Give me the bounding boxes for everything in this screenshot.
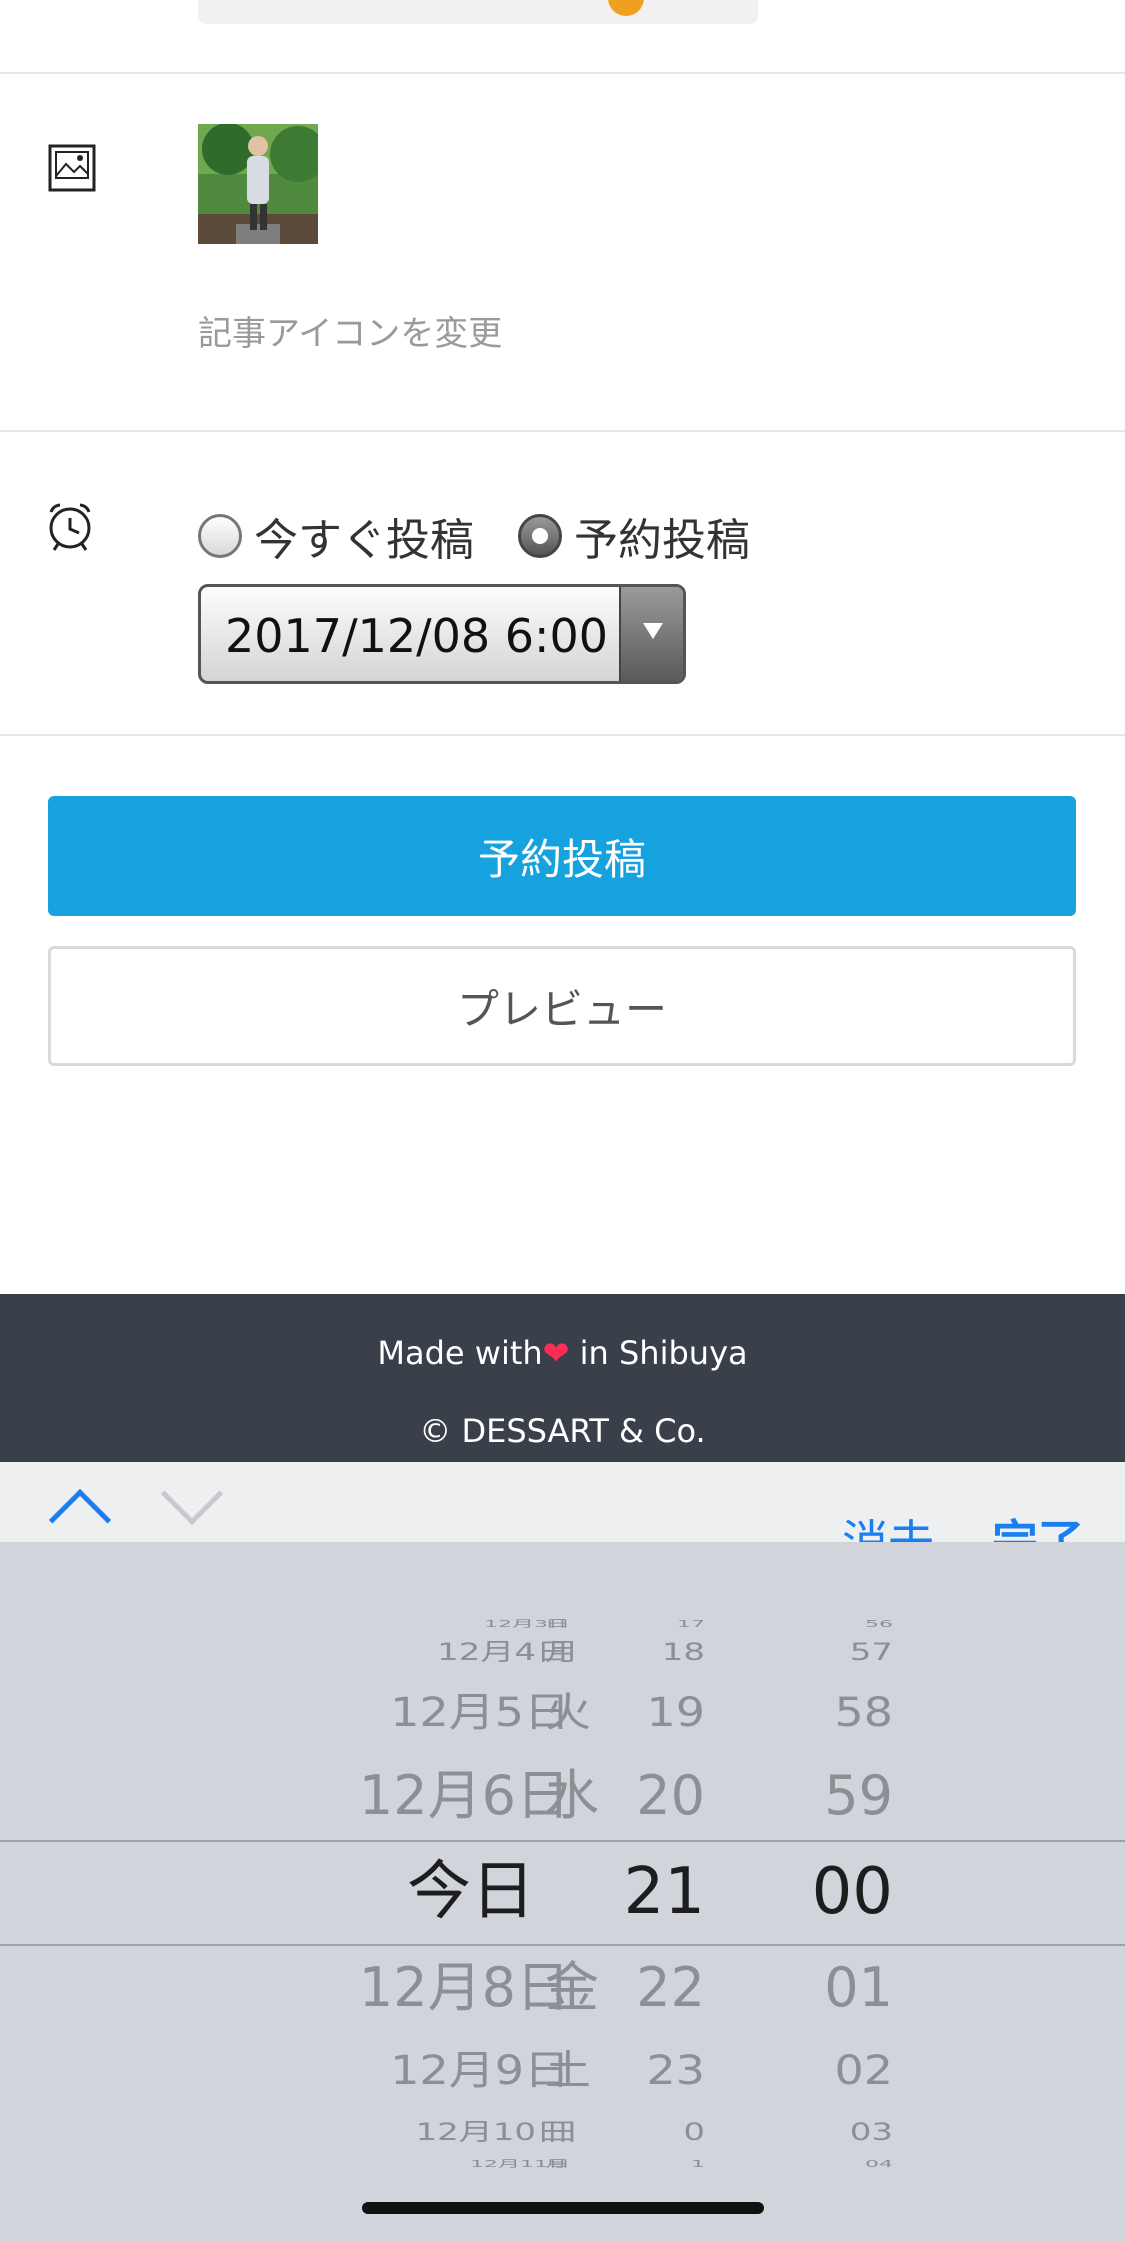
site-footer: Made with❤ in Shibuya © DESSART & Co. <box>0 1294 1125 1462</box>
radio-label: 予約投稿 <box>574 515 750 566</box>
alarm-clock-icon <box>46 500 100 554</box>
picker-row[interactable]: 12月3日日 17 56 <box>0 1618 1125 1630</box>
picker-weekday: 日 <box>545 1618 568 1630</box>
picker-weekday: 月 <box>545 1637 579 1666</box>
made-with-prefix: Made with <box>377 1334 543 1372</box>
picker-row[interactable]: 12月10日日 0 03 <box>0 2118 1125 2147</box>
picker-row-selected[interactable]: 今日 21 00 <box>0 1854 1125 1931</box>
picker-hour: 0 <box>683 2117 705 2146</box>
picker-minute: 57 <box>849 1637 893 1666</box>
picker-minute: 58 <box>834 1688 893 1737</box>
scheduled-datetime-select[interactable]: 2017/12/08 6:00 <box>198 584 686 684</box>
picker-row[interactable]: 12月5日火 19 58 <box>0 1689 1125 1738</box>
picker-hour: 18 <box>661 1637 705 1666</box>
radio-scheduled-post[interactable]: 予約投稿 <box>518 504 750 568</box>
picker-date: 12月5日 <box>390 1688 570 1737</box>
picker-row[interactable]: 12月8日金 22 01 <box>0 1956 1125 2021</box>
preview-button[interactable]: プレビュー <box>48 946 1076 1066</box>
picker-hour: 22 <box>636 1955 705 2019</box>
picker-weekday: 金 <box>545 1955 599 2019</box>
emoji-icon <box>608 0 644 16</box>
picker-weekday: 土 <box>545 2046 591 2095</box>
schedule-post-button[interactable]: 予約投稿 <box>48 796 1076 916</box>
picker-minute: 00 <box>811 1854 893 1929</box>
picker-row[interactable]: 12月11日月 1 04 <box>0 2158 1125 2170</box>
picker-minute: 01 <box>824 1955 893 2019</box>
change-article-icon-link[interactable]: 記事アイコンを変更 <box>198 306 502 355</box>
picker-minute: 03 <box>849 2117 893 2146</box>
divider <box>0 734 1125 736</box>
picker-minute: 04 <box>865 2158 893 2170</box>
picker-weekday: 火 <box>545 1688 591 1737</box>
chevron-down-icon[interactable] <box>160 1462 224 1526</box>
made-with-suffix: in Shibuya <box>569 1334 748 1372</box>
picker-date: 今日 <box>407 1854 535 1929</box>
copyright: © DESSART & Co. <box>419 1412 706 1450</box>
picker-hour: 20 <box>636 1763 705 1827</box>
radio-post-now[interactable]: 今すぐ投稿 <box>198 504 474 568</box>
radio-button-unchecked[interactable] <box>198 514 242 558</box>
post-timing-radio-group: 今すぐ投稿 予約投稿 <box>198 506 794 566</box>
picker-weekday: 日 <box>545 2117 579 2146</box>
article-thumbnail[interactable] <box>198 124 318 244</box>
radio-label: 今すぐ投稿 <box>254 515 474 566</box>
picker-hour: 17 <box>677 1618 705 1630</box>
picker-date: 12月6日 <box>358 1763 570 1827</box>
picker-minute: 02 <box>834 2046 893 2095</box>
picker-minute: 56 <box>865 1618 893 1630</box>
clear-button[interactable]: 消去 <box>842 1506 934 1542</box>
radio-button-checked[interactable] <box>518 514 562 558</box>
divider <box>0 430 1125 432</box>
home-indicator <box>362 2202 764 2214</box>
picker-weekday: 月 <box>545 2158 568 2170</box>
picker-hour: 19 <box>646 1688 705 1737</box>
emoji-input-stub <box>198 0 758 24</box>
datetime-picker-wheel[interactable]: 12月3日日 17 56 12月4日月 18 57 12月5日火 19 58 12月6日水 20 59… <box>0 1542 1125 2242</box>
picker-weekday: 水 <box>545 1763 599 1827</box>
picker-hour: 1 <box>691 2158 705 2170</box>
picker-hour: 23 <box>646 2046 705 2095</box>
picker-selection-line <box>0 1944 1125 1946</box>
image-icon <box>46 142 100 196</box>
divider <box>0 72 1125 74</box>
picker-hour: 21 <box>623 1854 705 1929</box>
picker-date: 12月8日 <box>358 1955 570 2019</box>
made-with-text: Made with❤ in Shibuya <box>0 1334 1125 1372</box>
dropdown-arrow-icon[interactable] <box>619 587 683 681</box>
picker-date: 12月9日 <box>390 2046 570 2095</box>
picker-selection-line <box>0 1840 1125 1842</box>
done-button[interactable]: 完了 <box>992 1506 1084 1542</box>
datetime-value: 2017/12/08 6:00 <box>225 609 609 663</box>
picker-minute: 59 <box>824 1763 893 1827</box>
heart-icon: ❤ <box>542 1334 570 1372</box>
keyboard-accessory-toolbar: 消去 完了 <box>0 1462 1125 1542</box>
picker-row[interactable]: 12月4日月 18 57 <box>0 1638 1125 1667</box>
picker-row[interactable]: 12月6日水 20 59 <box>0 1764 1125 1829</box>
picker-row[interactable]: 12月9日土 23 02 <box>0 2047 1125 2096</box>
chevron-up-icon[interactable] <box>48 1488 112 1542</box>
